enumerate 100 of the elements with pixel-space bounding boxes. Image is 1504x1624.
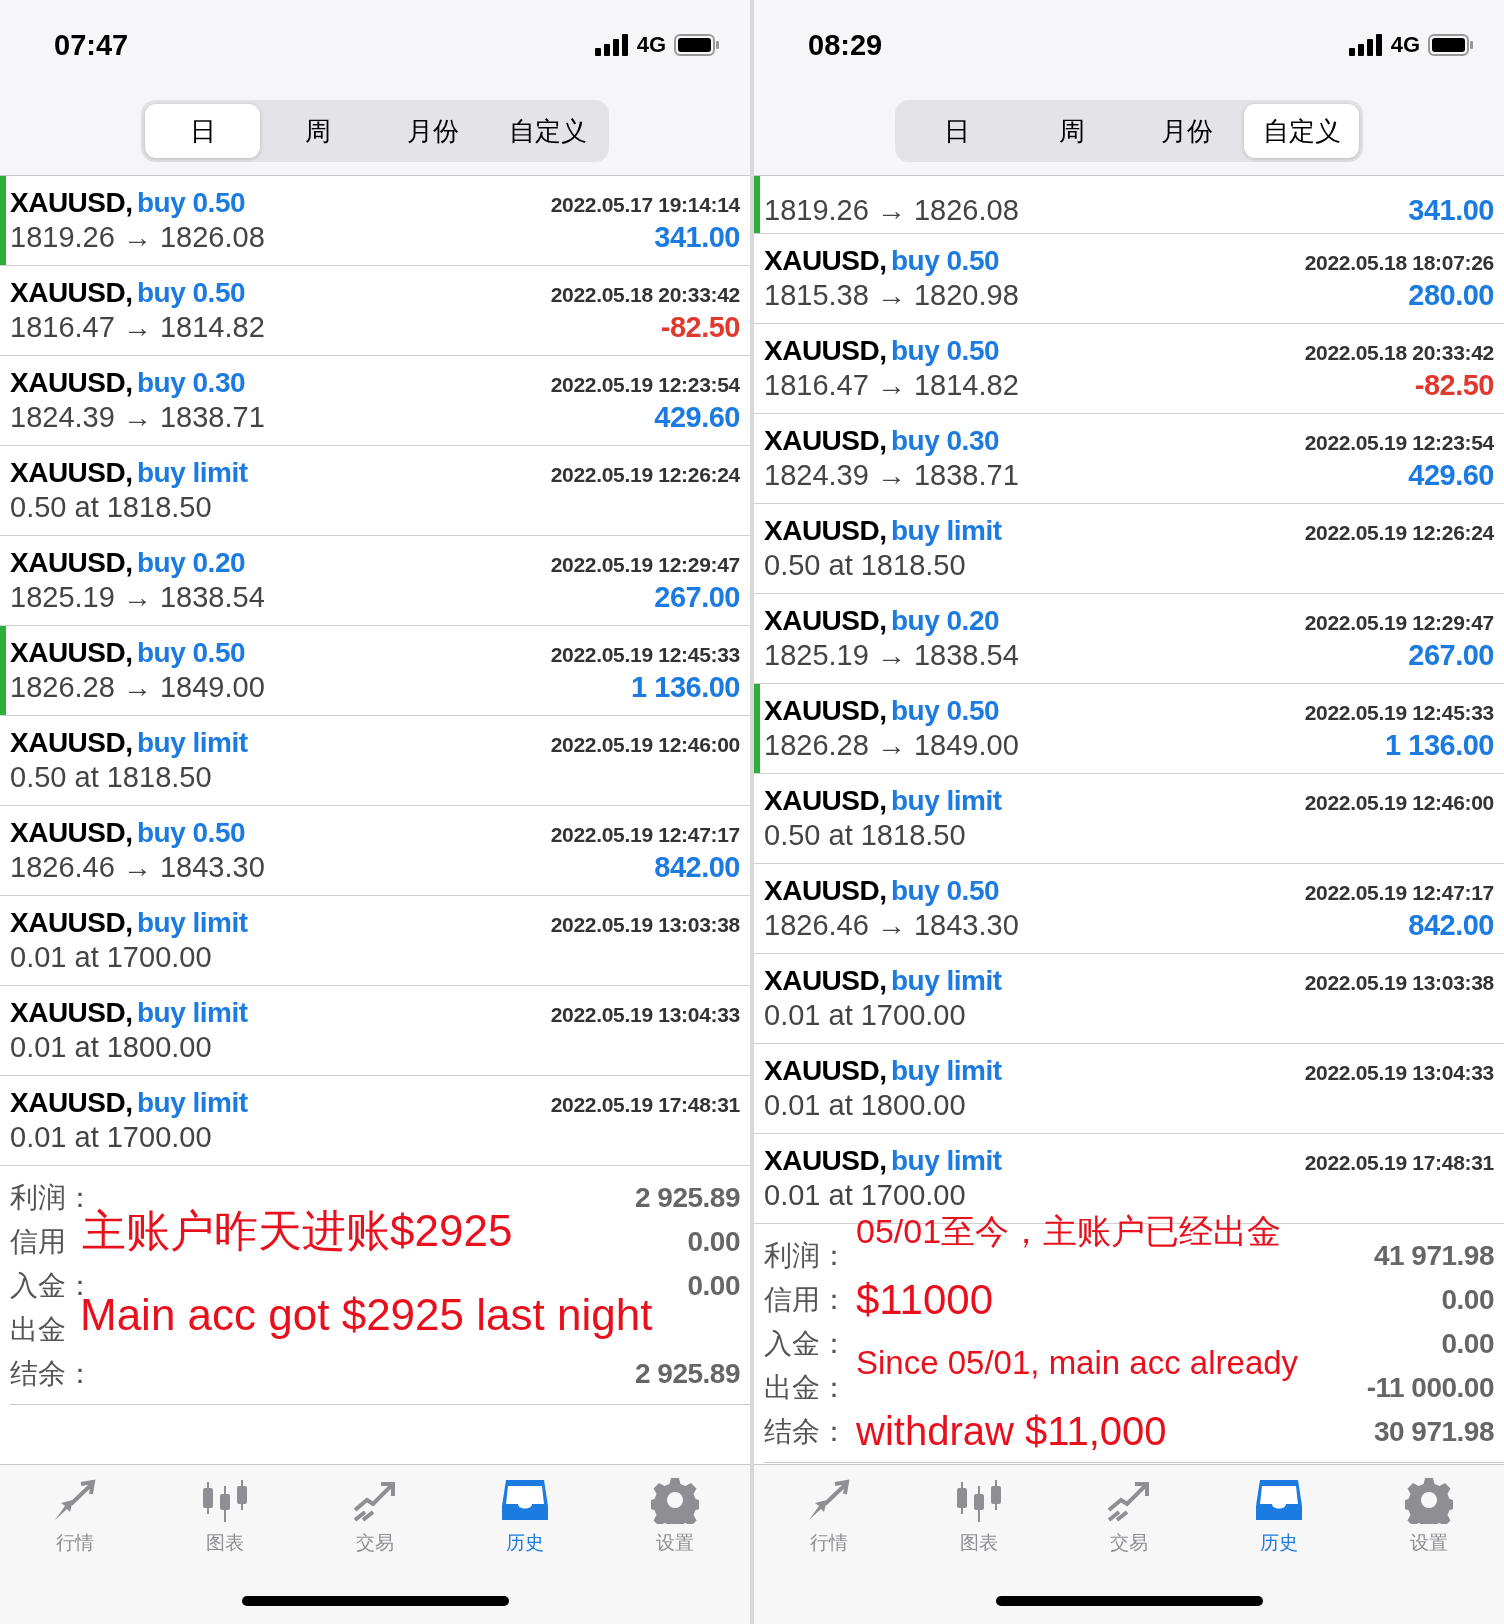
trade-time: 2022.05.19 17:48:31 (550, 1093, 740, 1117)
period-tab[interactable]: 月份 (375, 104, 490, 158)
price-detail: 0.50 at 1818.50 (10, 761, 212, 794)
symbol-label: XAUUSD, (764, 965, 887, 996)
period-tab[interactable]: 周 (1014, 104, 1129, 158)
period-tab[interactable]: 日 (145, 104, 260, 158)
trade-row[interactable]: XAUUSD,buy limit 2022.05.19 12:46:00 0.50 at 1818.50 (0, 716, 750, 806)
trade-row[interactable]: XAUUSD,buy limit 2022.05.19 13:04:33 0.01 at 1800.00 (0, 986, 750, 1076)
trade-time: 2022.05.19 12:45:33 (1304, 701, 1494, 725)
order-type: buy limit (136, 997, 248, 1028)
trade-row[interactable]: XAUUSD,buy 0.50 2022.05.18 18:07:26 1815.38 → 1820.98 280.00 (754, 234, 1504, 324)
trade-time: 2022.05.19 12:29:47 (1304, 611, 1494, 635)
price-detail: 0.01 at 1700.00 (764, 1179, 966, 1212)
network-label: 4G (1390, 32, 1420, 58)
symbol-label: XAUUSD, (10, 547, 133, 578)
trade-row[interactable]: XAUUSD,buy limit 2022.05.19 12:46:00 0.50 at 1818.50 (754, 774, 1504, 864)
summary-value: 2 925.89 (635, 1182, 740, 1214)
trade-row[interactable]: 1819.26 → 1826.08 341.00 (754, 176, 1504, 234)
price-detail: 0.50 at 1818.50 (764, 549, 966, 582)
symbol-label: XAUUSD, (764, 695, 887, 726)
price-detail: 1816.47 → 1814.82 (764, 369, 1019, 402)
symbol-label: XAUUSD, (764, 605, 887, 636)
trade-time: 2022.05.19 12:23:54 (1304, 431, 1494, 455)
trade-time: 2022.05.19 12:47:17 (550, 823, 740, 847)
symbol-label: XAUUSD, (10, 907, 133, 938)
symbol-label: XAUUSD, (10, 997, 133, 1028)
profit-value: 429.60 (654, 401, 740, 434)
order-type: buy 0.30 (890, 425, 1000, 456)
summary-label: 结余： (764, 1415, 848, 1449)
symbol-label: XAUUSD, (10, 367, 133, 398)
symbol-label: XAUUSD, (764, 1055, 887, 1086)
symbol-label: XAUUSD, (764, 875, 887, 906)
trade-row[interactable]: XAUUSD,buy 0.50 2022.05.19 12:47:17 1826.46 → 1843.30 842.00 (0, 806, 750, 896)
summary-value: 2 925.89 (635, 1358, 740, 1390)
trade-time: 2022.05.18 18:07:26 (1304, 251, 1494, 275)
trade-row[interactable]: XAUUSD,buy limit 2022.05.19 12:26:24 0.50 at 1818.50 (754, 504, 1504, 594)
price-detail: 1824.39 → 1838.71 (764, 459, 1019, 492)
trade-row[interactable]: XAUUSD,buy limit 2022.05.19 12:26:24 0.50 at 1818.50 (0, 446, 750, 536)
period-tab[interactable]: 自定义 (1244, 104, 1359, 158)
order-type: buy 0.50 (136, 637, 246, 668)
trade-row[interactable]: XAUUSD,buy 0.30 2022.05.19 12:23:54 1824.39 → 1838.71 429.60 (0, 356, 750, 446)
order-type: buy 0.50 (890, 695, 1000, 726)
period-tab[interactable]: 日 (899, 104, 1014, 158)
profit-value: -82.50 (660, 311, 740, 344)
profit-value: 267.00 (654, 581, 740, 614)
network-label: 4G (636, 32, 666, 58)
trade-row[interactable]: XAUUSD,buy limit 2022.05.19 17:48:31 0.01 at 1700.00 (0, 1076, 750, 1166)
trade-row[interactable]: XAUUSD,buy 0.20 2022.05.19 12:29:47 1825.19 → 1838.54 267.00 (754, 594, 1504, 684)
signal-icon (594, 34, 629, 56)
order-type: buy limit (890, 1145, 1002, 1176)
profit-value: 341.00 (654, 221, 740, 254)
trade-time: 2022.05.19 12:46:00 (550, 733, 740, 757)
nav-tab[interactable]: 历史 (450, 1475, 600, 1557)
trade-row[interactable]: XAUUSD,buy limit 2022.05.19 13:03:38 0.01 at 1700.00 (754, 954, 1504, 1044)
trade-row[interactable]: XAUUSD,buy 0.30 2022.05.19 12:23:54 1824.39 → 1838.71 429.60 (754, 414, 1504, 504)
order-type: buy limit (890, 785, 1002, 816)
trade-row[interactable]: XAUUSD,buy limit 2022.05.19 13:03:38 0.01 at 1700.00 (0, 896, 750, 986)
profit-value: 842.00 (1408, 909, 1494, 942)
trade-row[interactable]: XAUUSD,buy 0.50 2022.05.19 12:45:33 1826.28 → 1849.00 1 136.00 (754, 684, 1504, 774)
trade-time: 2022.05.19 12:26:24 (1304, 521, 1494, 545)
trade-time: 2022.05.17 19:14:14 (550, 193, 740, 217)
period-tab[interactable]: 月份 (1129, 104, 1244, 158)
period-tab[interactable]: 自定义 (490, 104, 605, 158)
trade-row[interactable]: XAUUSD,buy limit 2022.05.19 13:04:33 0.01 at 1800.00 (754, 1044, 1504, 1134)
trade-row[interactable]: XAUUSD,buy 0.50 2022.05.19 12:45:33 1826.28 → 1849.00 1 136.00 (0, 626, 750, 716)
price-detail: 1825.19 → 1838.54 (764, 639, 1019, 672)
trade-time: 2022.05.19 12:26:24 (550, 463, 740, 487)
profit-value: 842.00 (654, 851, 740, 884)
order-type: buy limit (136, 1087, 248, 1118)
trade-time: 2022.05.18 20:33:42 (550, 283, 740, 307)
price-detail: 0.50 at 1818.50 (10, 491, 212, 524)
price-detail: 1816.47 → 1814.82 (10, 311, 265, 344)
trade-row[interactable]: XAUUSD,buy 0.50 2022.05.18 20:33:42 1816.47 → 1814.82 -82.50 (754, 324, 1504, 414)
trade-time: 2022.05.18 20:33:42 (1304, 341, 1494, 365)
settings-icon (651, 1476, 699, 1524)
summary-value: 0.00 (687, 1270, 740, 1302)
order-type: buy limit (136, 727, 248, 758)
order-type: buy 0.30 (136, 367, 246, 398)
summary-label: 利润： (764, 1239, 848, 1273)
symbol-label: XAUUSD, (764, 515, 887, 546)
summary-value: 0.00 (1441, 1328, 1494, 1360)
trade-time: 2022.05.19 12:29:47 (550, 553, 740, 577)
symbol-label: XAUUSD, (764, 335, 887, 366)
trade-row[interactable]: XAUUSD,buy 0.50 2022.05.19 12:47:17 1826.46 → 1843.30 842.00 (754, 864, 1504, 954)
profit-value: 429.60 (1408, 459, 1494, 492)
order-type: buy 0.50 (136, 187, 246, 218)
trade-row[interactable]: XAUUSD,buy 0.50 2022.05.18 20:33:42 1816.47 → 1814.82 -82.50 (0, 266, 750, 356)
summary-label: 出金： (764, 1371, 848, 1405)
price-detail: 0.01 at 1700.00 (10, 941, 212, 974)
summary-value: -11 000.00 (1366, 1372, 1494, 1404)
profit-value: 1 136.00 (631, 671, 740, 704)
period-tab[interactable]: 周 (260, 104, 375, 158)
summary-label: 入金： (764, 1327, 848, 1361)
nav-tab[interactable]: 历史 (1204, 1475, 1354, 1557)
trade-time: 2022.05.19 12:23:54 (550, 373, 740, 397)
trade-row[interactable]: XAUUSD,buy 0.20 2022.05.19 12:29:47 1825.19 → 1838.54 267.00 (0, 536, 750, 626)
battery-icon (674, 34, 720, 56)
order-type: buy 0.50 (136, 817, 246, 848)
price-detail: 0.01 at 1800.00 (764, 1089, 966, 1122)
trade-row[interactable]: XAUUSD,buy 0.50 2022.05.17 19:14:14 1819.26 → 1826.08 341.00 (0, 176, 750, 266)
